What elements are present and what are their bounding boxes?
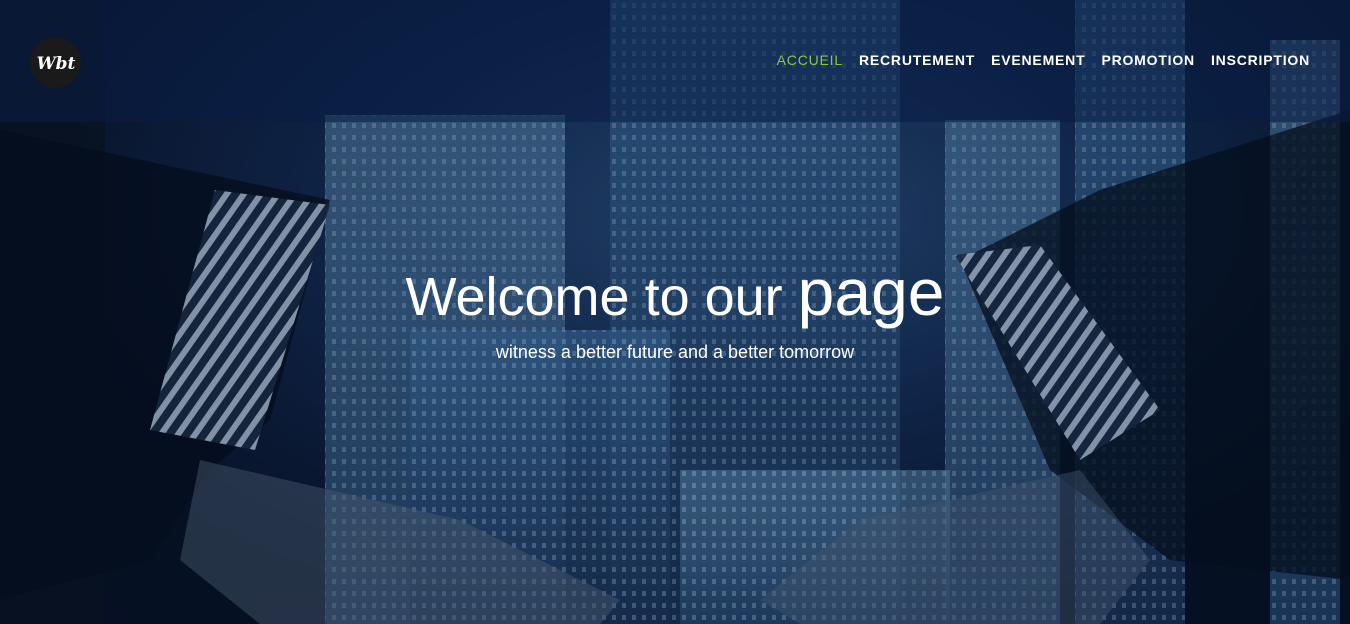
hero-section: Wbt ACCUEIL RECRUTEMENT EVENEMENT PROMOT… bbox=[0, 0, 1350, 624]
hero-title: Welcome to our page bbox=[0, 252, 1350, 337]
nav-item-recrutement[interactable]: RECRUTEMENT bbox=[859, 52, 975, 68]
main-nav: ACCUEIL RECRUTEMENT EVENEMENT PROMOTION … bbox=[777, 52, 1310, 68]
logo-text: Wbt bbox=[36, 54, 75, 74]
hero-title-part2: page bbox=[797, 255, 945, 329]
nav-item-promotion[interactable]: PROMOTION bbox=[1101, 52, 1195, 68]
site-logo[interactable]: Wbt bbox=[30, 37, 81, 88]
nav-item-evenement[interactable]: EVENEMENT bbox=[991, 52, 1085, 68]
wbt-logo-icon: Wbt bbox=[36, 54, 75, 74]
hero-title-part1: Welcome to our bbox=[405, 267, 798, 327]
nav-item-accueil[interactable]: ACCUEIL bbox=[777, 52, 843, 68]
nav-item-inscription[interactable]: INSCRIPTION bbox=[1211, 52, 1310, 68]
hero-subtitle: witness a better future and a better tom… bbox=[495, 342, 855, 362]
